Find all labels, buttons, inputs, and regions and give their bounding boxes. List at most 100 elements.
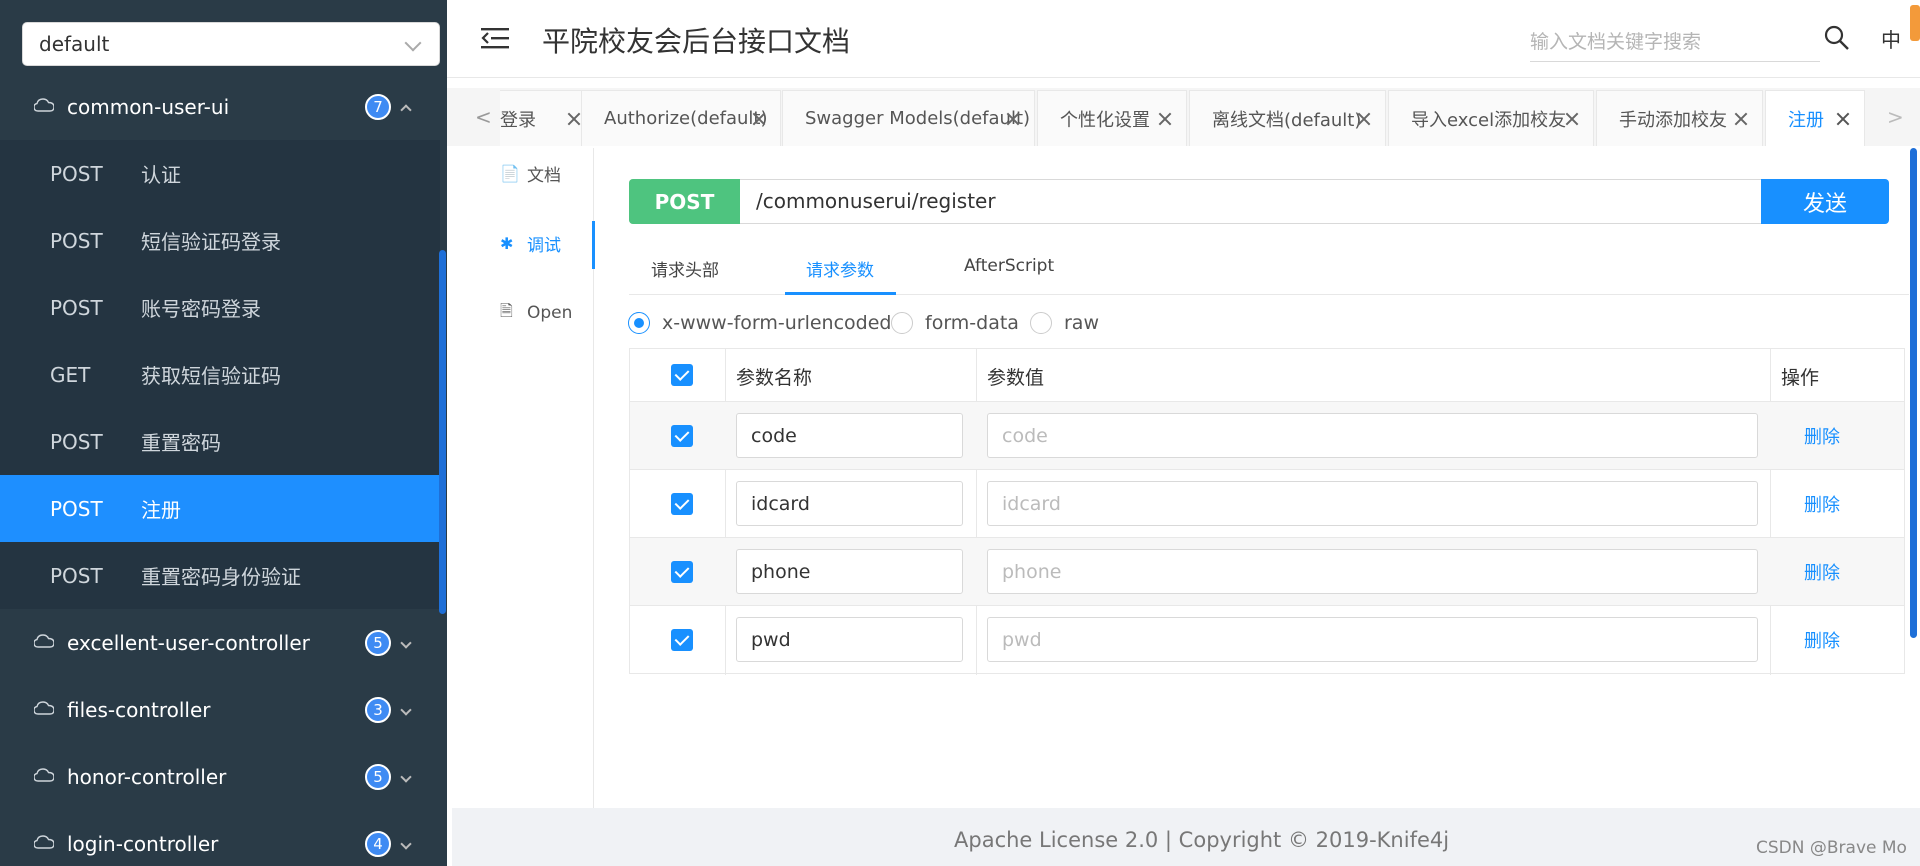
close-icon[interactable] [1734,112,1748,126]
tab-manual-add[interactable]: 手动添加校友 [1596,90,1763,146]
delete-link[interactable]: 删除 [1804,559,1840,585]
api-list: POST 认证 POST 短信验证码登录 POST 账号密码登录 GET 获取短… [0,140,440,609]
tab-personal-settings[interactable]: 个性化设置 [1037,90,1187,146]
subtab-headers[interactable]: 请求头部 [651,256,719,281]
row-checkbox[interactable] [671,425,693,447]
tab-label: Authorize(default) [604,108,768,129]
tab-offline-docs[interactable]: 离线文档(default) [1189,90,1386,146]
search-icon[interactable] [1824,25,1850,51]
row-checkbox[interactable] [671,629,693,651]
tab-label: 导入excel添加校友 [1411,109,1567,131]
sidenav-label: 文档 [527,165,561,186]
api-title: 注册 [141,498,181,522]
api-method: POST [50,563,103,588]
select-all-checkbox[interactable] [671,364,693,386]
param-name-input[interactable]: idcard [736,481,963,526]
api-method: POST [50,161,103,186]
api-title: 认证 [141,163,181,187]
cloud-icon [34,634,54,648]
sidebar: default common-user-ui 7 POST 认证 POST 短信… [0,0,447,866]
close-icon[interactable] [1006,112,1020,126]
api-item[interactable]: POST 账号密码登录 [0,274,440,341]
close-icon[interactable] [567,112,581,126]
search-input[interactable]: 输入文档关键字搜索 [1530,22,1820,62]
sidenav-open[interactable]: 🗎 Open [454,291,594,335]
delete-link[interactable]: 删除 [1804,423,1840,449]
api-title: 获取短信验证码 [141,364,281,388]
row-checkbox[interactable] [671,493,693,515]
api-method: POST [50,228,103,253]
bug-icon: ✱ [500,233,514,253]
close-icon[interactable] [1158,112,1172,126]
radio-urlencoded[interactable]: x-www-form-urlencoded [628,312,891,334]
param-name-input[interactable]: phone [736,549,963,594]
delete-link[interactable]: 删除 [1804,627,1840,653]
api-title: 账号密码登录 [141,297,261,321]
param-value-input[interactable]: code [987,413,1758,458]
chevron-right-icon[interactable]: > [1887,105,1904,129]
document-icon: 📄 [500,163,520,183]
close-icon[interactable] [1836,112,1850,126]
page-title: 平院校友会后台接口文档 [542,25,851,58]
count-badge: 7 [365,93,391,120]
api-item[interactable]: POST 重置密码 [0,408,440,475]
language-button[interactable]: 中 [1881,24,1901,53]
table-header-row: 参数名称 参数值 操作 [630,349,1904,402]
group-select-value: default [39,32,110,56]
delete-link[interactable]: 删除 [1804,491,1840,517]
column-header-value: 参数值 [987,367,1045,389]
radio-circle [628,312,650,334]
sidenav-docs[interactable]: 📄 文档 [454,151,594,195]
group-files-controller[interactable]: files-controller 3 [0,676,440,743]
subtab-afterscript[interactable]: AfterScript [964,256,1054,276]
param-name-input[interactable]: code [736,413,963,458]
close-icon[interactable] [1357,112,1371,126]
count-badge: 5 [365,629,391,656]
sidenav-debug[interactable]: ✱ 调试 [454,221,595,269]
api-item[interactable]: POST 短信验证码登录 [0,207,440,274]
param-value-input[interactable]: idcard [987,481,1758,526]
close-icon[interactable] [752,112,766,126]
group-excellent-user-controller[interactable]: excellent-user-controller 5 [0,609,440,676]
chevron-down-icon [400,703,412,716]
sidebar-scrollbar[interactable] [439,250,446,614]
tab-register[interactable]: 注册 [1765,90,1865,146]
tab-label: 离线文档(default) [1212,109,1362,131]
close-icon[interactable] [1565,112,1579,126]
api-item[interactable]: POST 重置密码身份验证 [0,542,440,609]
radio-circle [891,312,913,334]
group-name: login-controller [67,831,219,856]
tab-swagger-models[interactable]: Swagger Models(default) [782,90,1035,146]
row-checkbox[interactable] [671,561,693,583]
tab-authorize[interactable]: Authorize(default) [581,90,781,146]
content-scrollbar[interactable] [1910,148,1917,638]
chevron-left-icon[interactable]: < [475,105,492,129]
param-value-input[interactable]: pwd [987,617,1758,662]
group-login-controller[interactable]: login-controller 4 [0,810,440,866]
group-honor-controller[interactable]: honor-controller 5 [0,743,440,810]
menu-fold-icon[interactable] [481,26,509,50]
subtab-params[interactable]: 请求参数 [806,256,874,281]
group-common-user-ui[interactable]: common-user-ui 7 [0,73,440,140]
chevron-down-icon [400,636,412,649]
send-button[interactable]: 发送 [1761,179,1889,224]
radio-label: form-data [925,312,1019,334]
api-title: 重置密码 [141,431,221,455]
url-field[interactable]: /commonuserui/register [756,189,996,213]
radio-form-data[interactable]: form-data [891,312,1019,334]
group-name: honor-controller [67,764,227,789]
param-name-input[interactable]: pwd [736,617,963,662]
api-item[interactable]: GET 获取短信验证码 [0,341,440,408]
active-tab-indicator [785,292,896,295]
request-bar: POST /commonuserui/register 发送 [629,179,1889,224]
table-row: phone phone 删除 [630,538,1904,606]
api-item[interactable]: POST 认证 [0,140,440,207]
radio-raw[interactable]: raw [1030,312,1099,334]
tab-import-excel[interactable]: 导入excel添加校友 [1388,90,1594,146]
group-select[interactable]: default [22,22,440,66]
param-value-input[interactable]: phone [987,549,1758,594]
scroll-top-handle[interactable] [1910,5,1920,41]
api-item-active[interactable]: POST 注册 [0,475,440,542]
sidenav-label: 调试 [527,235,561,256]
column-header-op: 操作 [1781,367,1820,389]
